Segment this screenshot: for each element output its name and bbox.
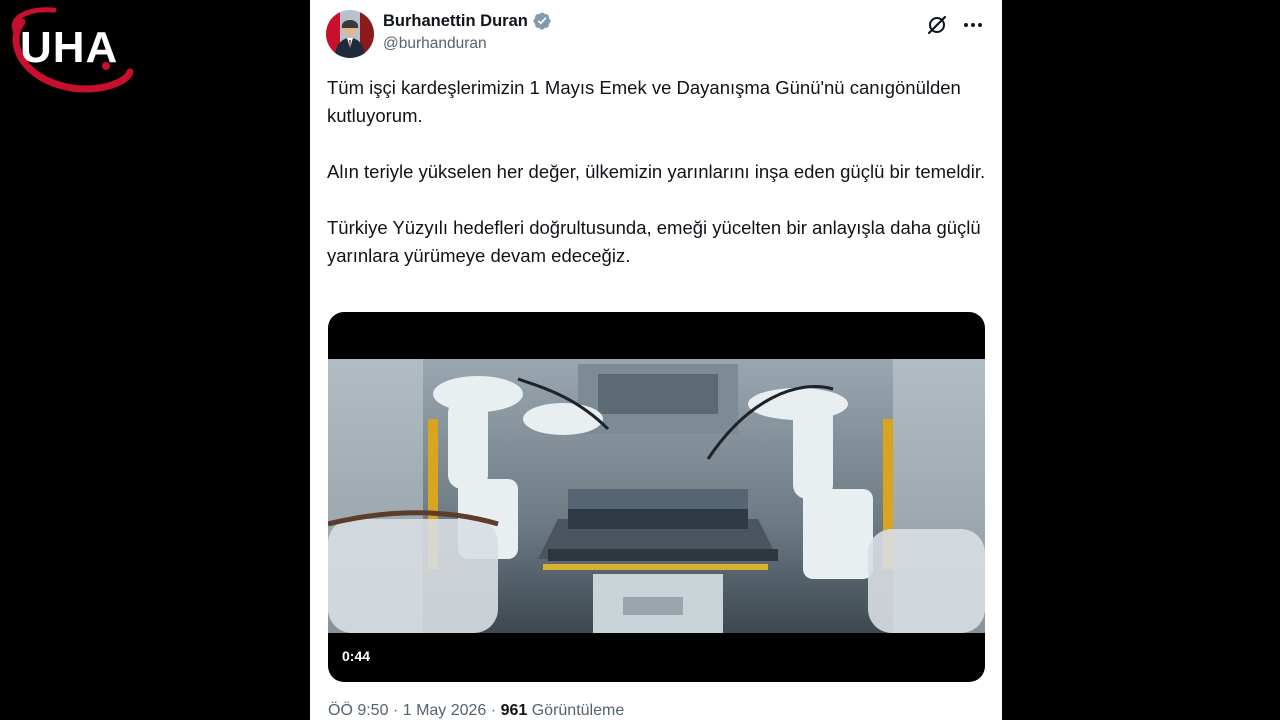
meta-separator: · <box>490 702 497 719</box>
tweet-date[interactable]: 1 May 2026 <box>403 702 487 719</box>
tweet-paragraph: Alın teriyle yükselen her değer, ülkemiz… <box>327 161 986 182</box>
author-handle[interactable]: @burhanduran <box>383 35 552 53</box>
video-frame <box>328 359 985 633</box>
tweet-time[interactable]: ÖÖ 9:50 <box>328 702 388 719</box>
meta-separator: · <box>392 702 399 719</box>
grok-icon[interactable] <box>926 14 948 36</box>
stage: UHA Burhanettin Duran @burhanduran Tüm i… <box>0 0 1280 720</box>
video-duration: 0:44 <box>342 648 371 664</box>
tweet-meta: ÖÖ 9:50 · 1 May 2026 · 961 Görüntüleme <box>328 702 624 720</box>
display-name-row: Burhanettin Duran <box>383 10 552 32</box>
display-name[interactable]: Burhanettin Duran <box>383 12 528 31</box>
logo-text: UHA <box>20 23 119 72</box>
author-names: Burhanettin Duran @burhanduran <box>383 10 552 53</box>
avatar-portrait-icon <box>326 10 374 58</box>
views-count: 961 <box>500 702 528 719</box>
tweet-header: Burhanettin Duran @burhanduran <box>326 8 986 60</box>
tweet-text: Tüm işçi kardeşlerimizin 1 Mayıs Emek ve… <box>327 74 987 298</box>
uha-logo: UHA <box>2 2 144 100</box>
tweet-card: Burhanettin Duran @burhanduran Tüm işçi … <box>310 0 1002 720</box>
more-icon[interactable] <box>962 14 984 36</box>
verified-badge-icon <box>532 11 552 31</box>
avatar[interactable] <box>326 10 374 58</box>
video-player[interactable]: 0:44 <box>328 312 985 682</box>
views-label: Görüntüleme <box>531 702 625 719</box>
tweet-paragraph: Tüm işçi kardeşlerimizin 1 Mayıs Emek ve… <box>327 77 961 126</box>
tweet-paragraph: Türkiye Yüzyılı hedefleri doğrultusunda,… <box>327 217 981 266</box>
